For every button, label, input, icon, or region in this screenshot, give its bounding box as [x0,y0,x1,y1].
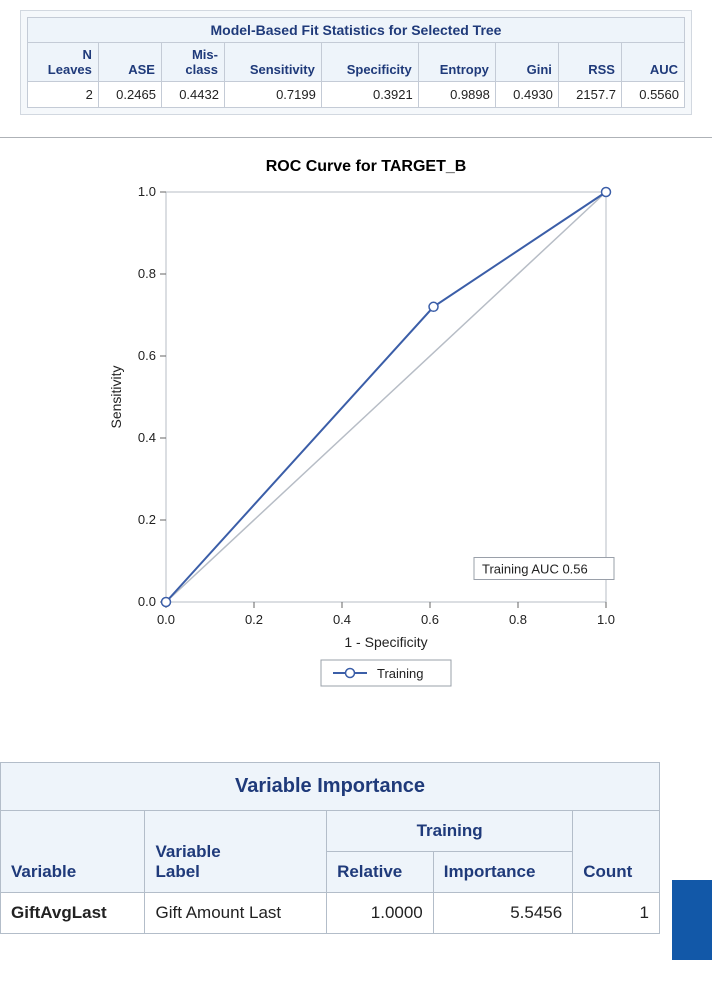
fit-val-2: 0.4432 [161,82,224,108]
svg-text:1 - Specificity: 1 - Specificity [344,634,427,650]
svg-text:0.0: 0.0 [138,594,156,609]
svg-text:1.0: 1.0 [597,612,615,627]
svg-text:0.4: 0.4 [333,612,351,627]
fit-col-5: Entropy [418,43,495,82]
fit-val-0: 2 [28,82,99,108]
svg-text:0.2: 0.2 [245,612,263,627]
fit-val-1: 0.2465 [98,82,161,108]
variable-importance-panel: Variable Importance Variable Variable La… [0,762,712,934]
varimp-h-label: Variable Label [145,811,327,893]
fit-stats-panel: Model-Based Fit Statistics for Selected … [20,10,692,115]
fit-stats-table: Model-Based Fit Statistics for Selected … [27,17,685,108]
fit-val-7: 2157.7 [558,82,621,108]
varimp-h-count: Count [573,811,660,893]
svg-text:0.2: 0.2 [138,512,156,527]
fit-col-4: Specificity [321,43,418,82]
roc-chart: 0.0 0.2 0.4 0.6 0.8 1.0 0.0 0.2 0.4 0.6 0.8 1.0 Trai… [106,182,626,702]
fit-col-1: ASE [98,43,161,82]
fit-col-8: AUC [621,43,684,82]
svg-text:0.4: 0.4 [138,430,156,445]
fit-col-7: RSS [558,43,621,82]
svg-text:Training AUC 0.56: Training AUC 0.56 [482,562,588,577]
blue-side-bar [672,880,712,960]
svg-text:0.8: 0.8 [509,612,527,627]
varimp-h-importance: Importance [433,852,572,893]
fit-stats-title: Model-Based Fit Statistics for Selected … [28,18,685,43]
fit-col-3: Sensitivity [224,43,321,82]
svg-text:Training: Training [377,666,423,681]
svg-text:1.0: 1.0 [138,184,156,199]
divider [0,137,712,138]
fit-val-3: 0.7199 [224,82,321,108]
varimp-count: 1 [573,893,660,934]
svg-text:0.6: 0.6 [138,348,156,363]
varimp-title: Variable Importance [1,763,660,811]
varimp-var: GiftAvgLast [1,893,145,934]
fit-col-6: Gini [495,43,558,82]
varimp-importance: 5.5456 [433,893,572,934]
svg-text:0.8: 0.8 [138,266,156,281]
roc-chart-title: ROC Curve for TARGET_B [80,158,652,176]
svg-text:0.6: 0.6 [421,612,439,627]
fit-val-5: 0.9898 [418,82,495,108]
svg-text:Sensitivity: Sensitivity [108,365,124,428]
varimp-relative: 1.0000 [327,893,434,934]
fit-col-2: Mis- class [161,43,224,82]
varimp-label: Gift Amount Last [145,893,327,934]
fit-val-6: 0.4930 [495,82,558,108]
fit-val-8: 0.5560 [621,82,684,108]
varimp-h-variable: Variable [1,811,145,893]
fit-val-4: 0.3921 [321,82,418,108]
varimp-h-relative: Relative [327,852,434,893]
variable-importance-table: Variable Importance Variable Variable La… [0,762,660,934]
svg-text:0.0: 0.0 [157,612,175,627]
varimp-h-training: Training [327,811,573,852]
roc-chart-panel: ROC Curve for TARGET_B 0.0 0.2 0.4 0.6 0.8 1.… [80,158,652,702]
fit-col-0: N Leaves [28,43,99,82]
